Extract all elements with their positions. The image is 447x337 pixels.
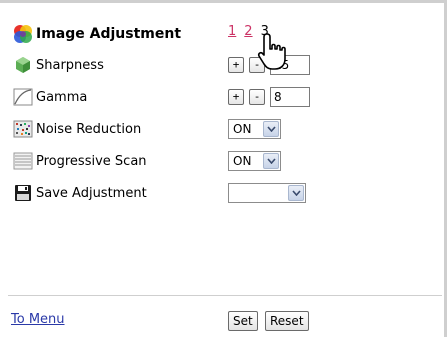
sharpness-label: Sharpness xyxy=(36,57,104,73)
chevron-down-icon[interactable] xyxy=(263,121,279,137)
gamma-increase-button[interactable]: + xyxy=(228,89,244,105)
noise-reduction-icon xyxy=(12,119,34,139)
progressive-scan-select[interactable]: ON xyxy=(228,151,281,171)
noise-reduction-label: Noise Reduction xyxy=(36,121,142,137)
hand-pointer-cursor-icon xyxy=(257,32,291,72)
sharpness-row: Sharpness xyxy=(12,54,104,76)
save-adjustment-select[interactable] xyxy=(228,183,306,203)
to-menu-link[interactable]: To Menu xyxy=(11,312,65,327)
title-row: Image Adjustment xyxy=(12,23,181,45)
save-adjustment-label: Save Adjustment xyxy=(36,185,147,201)
noise-reduction-value: ON xyxy=(233,122,252,136)
set-button[interactable]: Set xyxy=(228,311,258,331)
save-icon xyxy=(12,183,34,203)
page-title: Image Adjustment xyxy=(36,26,182,42)
save-adjustment-row: Save Adjustment xyxy=(12,182,147,204)
window-frame-top xyxy=(0,0,445,3)
noise-reduction-row: Noise Reduction xyxy=(12,118,141,140)
gamma-icon xyxy=(12,87,34,107)
progressive-scan-value: ON xyxy=(233,154,252,168)
gamma-decrease-button[interactable]: - xyxy=(249,89,265,105)
progressive-scan-label: Progressive Scan xyxy=(36,153,147,169)
progressive-scan-row: Progressive Scan xyxy=(12,150,147,172)
sharpness-icon xyxy=(12,55,34,75)
gamma-value-field[interactable]: 8 xyxy=(270,87,310,107)
chevron-down-icon[interactable] xyxy=(288,185,304,201)
save-adjustment-controls xyxy=(228,182,306,204)
reset-button[interactable]: Reset xyxy=(265,311,309,331)
footer-divider xyxy=(8,295,442,296)
gamma-row: Gamma xyxy=(12,86,87,108)
noise-reduction-controls: ON xyxy=(228,118,281,140)
progressive-scan-controls: ON xyxy=(228,150,281,172)
progressive-scan-icon xyxy=(12,151,34,171)
image-adjustment-icon xyxy=(12,24,34,44)
page-link-1[interactable]: 1 xyxy=(228,24,236,39)
chevron-down-icon[interactable] xyxy=(263,153,279,169)
sharpness-increase-button[interactable]: + xyxy=(228,57,244,73)
gamma-label: Gamma xyxy=(36,89,88,105)
gamma-controls: + - 8 xyxy=(228,86,310,108)
noise-reduction-select[interactable]: ON xyxy=(228,119,281,139)
page-link-2[interactable]: 2 xyxy=(244,24,252,39)
